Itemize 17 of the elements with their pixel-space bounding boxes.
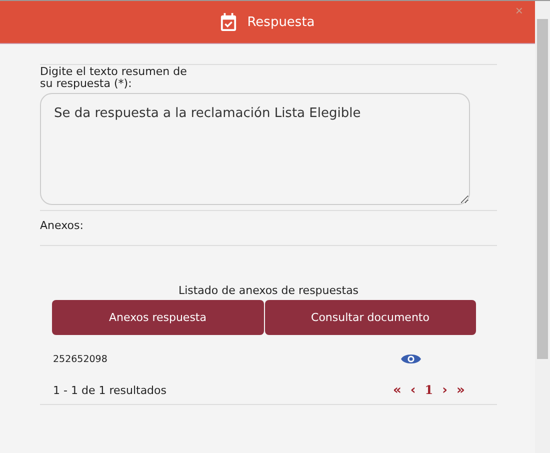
column-header[interactable]: Consultar documento (264, 300, 476, 335)
pager-arrow[interactable]: ‹ (410, 382, 416, 398)
pager-arrow[interactable]: » (456, 382, 465, 398)
list-title: Listado de anexos de respuestas (177, 284, 360, 297)
table-cell-text: 252652098 (53, 354, 108, 364)
calendar-check-icon (220, 12, 238, 32)
column-header[interactable]: Anexos respuesta (52, 300, 264, 335)
results-count: 1 - 1 de 1 resultados (53, 384, 168, 396)
page-link[interactable]: 1 (424, 383, 434, 397)
scrollbar[interactable] (535, 1, 550, 453)
summary-label: Digite el texto resumen de su respuesta (*): (40, 66, 188, 90)
pager-arrow[interactable]: « (393, 382, 402, 398)
attachments-label: Anexos: (40, 219, 84, 232)
view-icon[interactable] (401, 353, 421, 365)
dialog-title: Respuesta (247, 14, 315, 30)
summary-textarea[interactable]: Se da respuesta a la reclamación Lista Elegible (40, 93, 470, 205)
pager-arrow[interactable]: › (442, 382, 448, 398)
